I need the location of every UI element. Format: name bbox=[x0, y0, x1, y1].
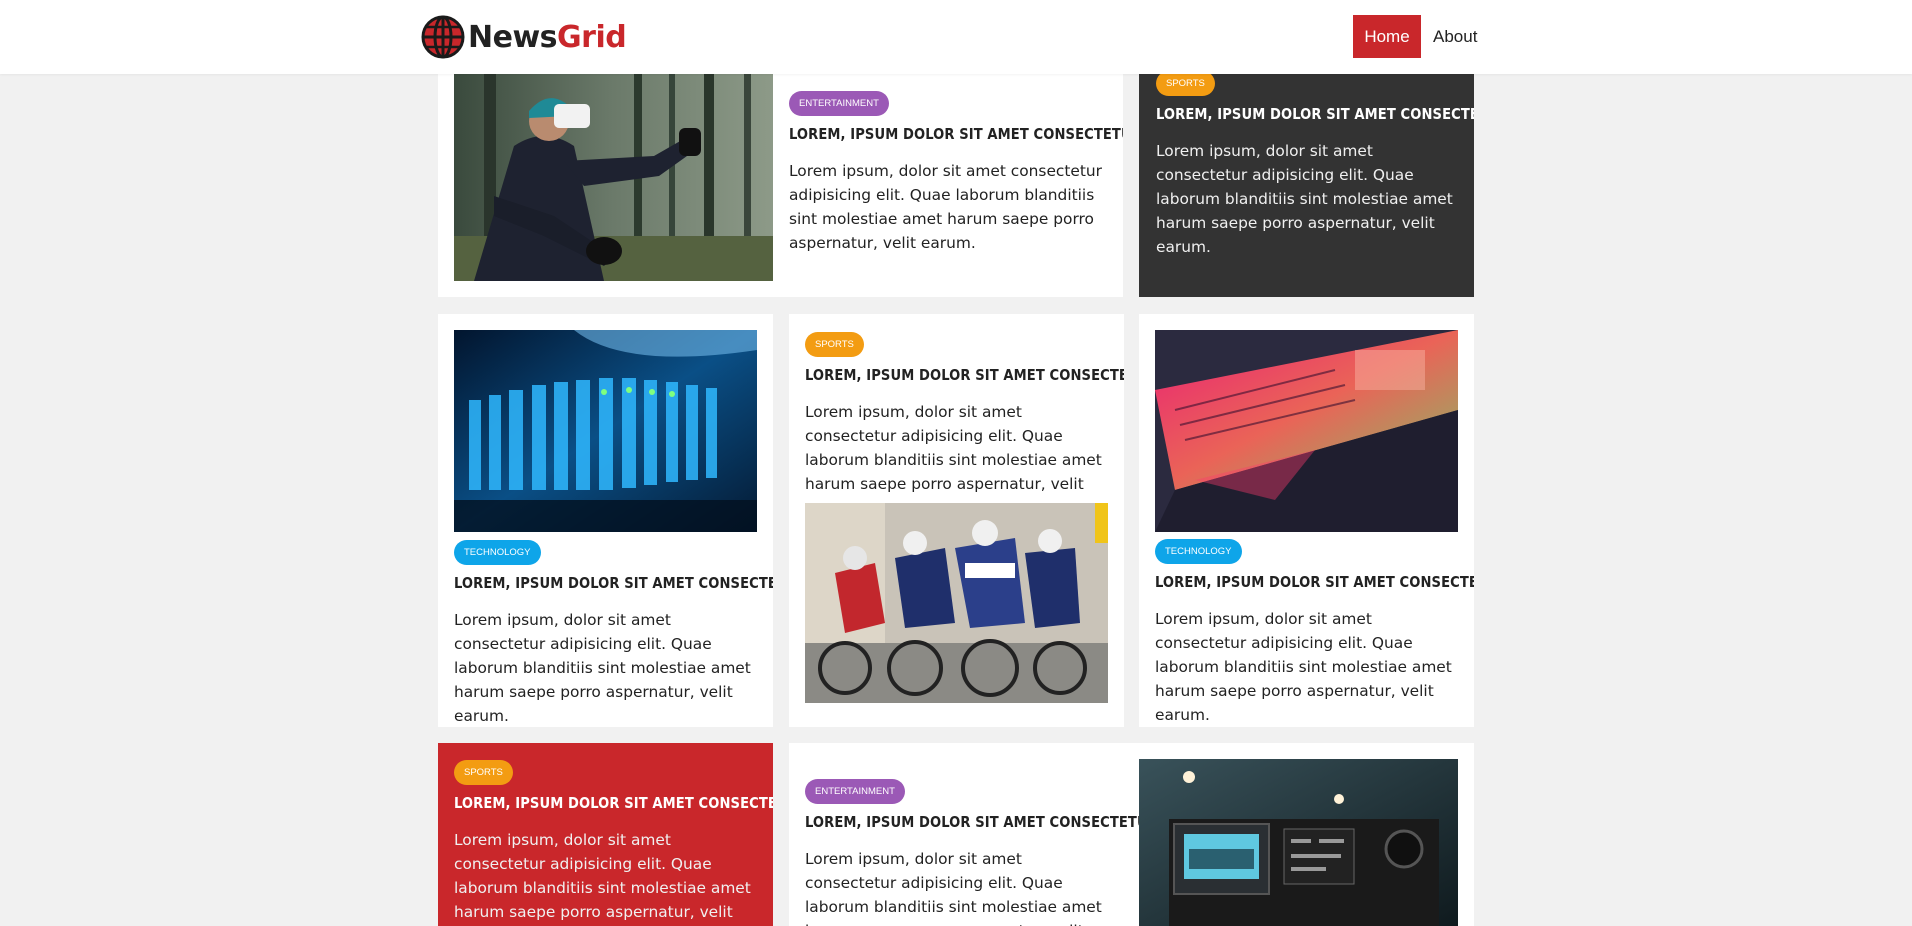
article-title[interactable]: Lorem, ipsum dolor sit amet consectetur bbox=[1155, 573, 1474, 591]
category-badge[interactable]: TECHNOLOGY bbox=[454, 540, 541, 565]
article-title[interactable]: Lorem, ipsum dolor sit amet consectetur bbox=[805, 813, 1158, 831]
article-card[interactable]: ENTERTAINMENT Lorem, ipsum dolor sit ame… bbox=[438, 50, 1123, 297]
category-badge[interactable]: SPORTS bbox=[805, 332, 864, 357]
cyclists-photo bbox=[805, 503, 1108, 703]
site-logo[interactable]: NewsGrid bbox=[421, 15, 627, 59]
article-title[interactable]: Lorem, ipsum dolor sit amet consectetur bbox=[805, 366, 1124, 384]
article-excerpt: Lorem ipsum, dolor sit amet consectetur … bbox=[454, 611, 751, 725]
article-title[interactable]: Lorem, ipsum dolor sit amet consectetur bbox=[454, 794, 773, 812]
article-excerpt: Lorem ipsum, dolor sit amet consectetur … bbox=[789, 162, 1102, 252]
nav-about-link[interactable]: About bbox=[1433, 15, 1477, 58]
globe-logo-icon bbox=[421, 15, 465, 59]
article-card[interactable]: ENTERTAINMENT Lorem, ipsum dolor sit ame… bbox=[789, 743, 1474, 926]
category-badge[interactable]: SPORTS bbox=[454, 760, 513, 785]
server-rack-photo bbox=[454, 330, 757, 532]
category-badge[interactable]: ENTERTAINMENT bbox=[789, 91, 889, 116]
article-image[interactable] bbox=[454, 330, 757, 532]
article-card[interactable]: SPORTS Lorem, ipsum dolor sit amet conse… bbox=[438, 743, 773, 926]
logo-news-text: News bbox=[468, 19, 558, 55]
nav-home-link[interactable]: Home bbox=[1353, 15, 1421, 58]
site-header: NewsGrid Home About bbox=[0, 0, 1912, 74]
article-image[interactable] bbox=[805, 503, 1108, 703]
article-excerpt: Lorem ipsum, dolor sit amet consectetur … bbox=[805, 850, 1102, 926]
category-badge[interactable]: SPORTS bbox=[1156, 71, 1215, 96]
article-title[interactable]: Lorem, ipsum dolor sit amet consectetur bbox=[789, 125, 1123, 143]
video-camera-photo bbox=[1139, 759, 1458, 926]
article-image[interactable] bbox=[454, 66, 773, 281]
category-badge[interactable]: TECHNOLOGY bbox=[1155, 539, 1242, 564]
logo-grid-text: Grid bbox=[557, 19, 627, 55]
article-excerpt: Lorem ipsum, dolor sit amet consectetur … bbox=[805, 403, 1102, 517]
article-image[interactable] bbox=[1139, 759, 1458, 926]
article-card[interactable]: SPORTS Lorem, ipsum dolor sit amet conse… bbox=[1139, 50, 1474, 297]
article-title[interactable]: Lorem, ipsum dolor sit amet consectetur bbox=[1156, 105, 1474, 123]
vr-headset-photo bbox=[454, 66, 773, 281]
article-excerpt: Lorem ipsum, dolor sit amet consectetur … bbox=[454, 831, 751, 921]
article-card[interactable]: SPORTS Lorem, ipsum dolor sit amet conse… bbox=[789, 314, 1124, 727]
article-card[interactable]: TECHNOLOGY Lorem, ipsum dolor sit amet c… bbox=[1139, 314, 1474, 727]
category-badge[interactable]: ENTERTAINMENT bbox=[805, 779, 905, 804]
article-card[interactable]: TECHNOLOGY Lorem, ipsum dolor sit amet c… bbox=[438, 314, 773, 727]
article-excerpt: Lorem ipsum, dolor sit amet consectetur … bbox=[1156, 142, 1453, 256]
laptop-neon-photo bbox=[1155, 330, 1458, 532]
logo-wordmark: NewsGrid bbox=[468, 19, 627, 55]
article-image[interactable] bbox=[1155, 330, 1458, 532]
article-excerpt: Lorem ipsum, dolor sit amet consectetur … bbox=[1155, 610, 1452, 724]
article-title[interactable]: Lorem, ipsum dolor sit amet consectetur bbox=[454, 574, 773, 592]
